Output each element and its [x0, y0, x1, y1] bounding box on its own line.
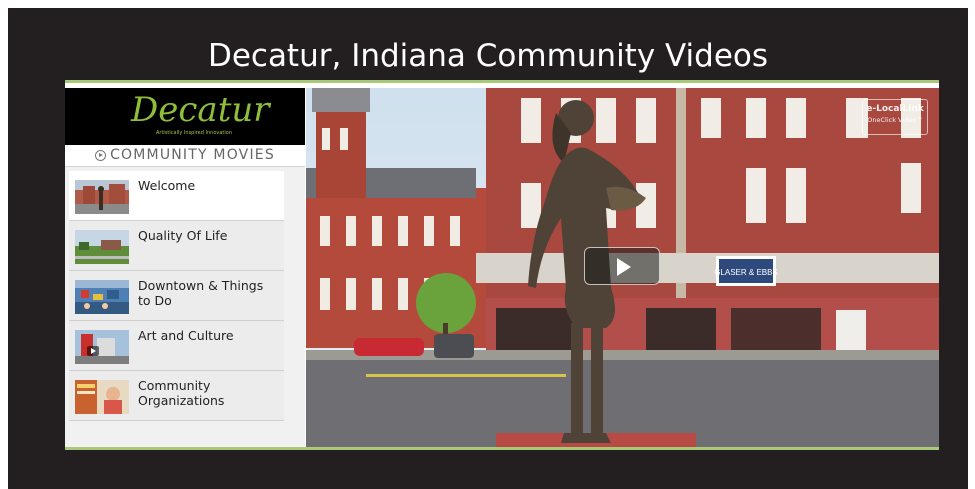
video-item-art-and-culture[interactable]: Art and Culture: [69, 321, 284, 371]
video-item-quality-of-life[interactable]: Quality Of Life: [69, 221, 284, 271]
video-item-label: Art and Culture: [138, 328, 234, 343]
logo-tagline: Artistically Inspired Innovation: [156, 130, 232, 136]
play-circle-icon: [95, 150, 107, 161]
video-list: Welcome Quality Of Life Downtown & Thing…: [69, 171, 284, 421]
community-movies-header: COMMUNITY MOVIES: [65, 145, 305, 167]
movies-sidebar: Decatur Artistically Inspired Innovation…: [65, 88, 305, 447]
thumbnail-community-organizations: [75, 380, 129, 414]
video-item-label: Welcome: [138, 178, 196, 193]
page-title: Decatur, Indiana Community Videos: [207, 38, 769, 74]
community-movies-label: COMMUNITY MOVIES: [110, 147, 275, 163]
watermark-line1: e-LocalLink: [866, 104, 924, 114]
thumbnail-quality-of-life: [75, 230, 129, 264]
decatur-logo: Decatur Artistically Inspired Innovation: [65, 88, 305, 145]
thumbnail-downtown: [75, 280, 129, 314]
video-item-welcome[interactable]: Welcome: [69, 171, 284, 221]
page-frame: Decatur, Indiana Community Videos Decatu…: [8, 8, 968, 489]
elocallink-watermark[interactable]: e-LocalLink OneClick Video™: [862, 99, 928, 135]
video-frame[interactable]: GLASER & EBBS e-LocalLink OneClick Video…: [306, 88, 939, 447]
thumbnail-art-and-culture: [75, 330, 129, 364]
video-item-downtown[interactable]: Downtown & Things to Do: [69, 271, 284, 321]
video-item-community-organizations[interactable]: Community Organizations: [69, 371, 284, 421]
logo-text: Decatur: [131, 90, 270, 130]
video-item-label: Community Organizations: [138, 378, 225, 408]
video-player: Decatur Artistically Inspired Innovation…: [65, 80, 939, 450]
thumbnail-welcome: [75, 180, 129, 214]
play-button[interactable]: [584, 247, 660, 285]
storefront-sign: GLASER & EBBS: [714, 268, 778, 277]
video-item-label: Quality Of Life: [138, 228, 228, 243]
video-item-label: Downtown & Things to Do: [138, 278, 264, 308]
watermark-line2: OneClick Video™: [867, 116, 923, 124]
